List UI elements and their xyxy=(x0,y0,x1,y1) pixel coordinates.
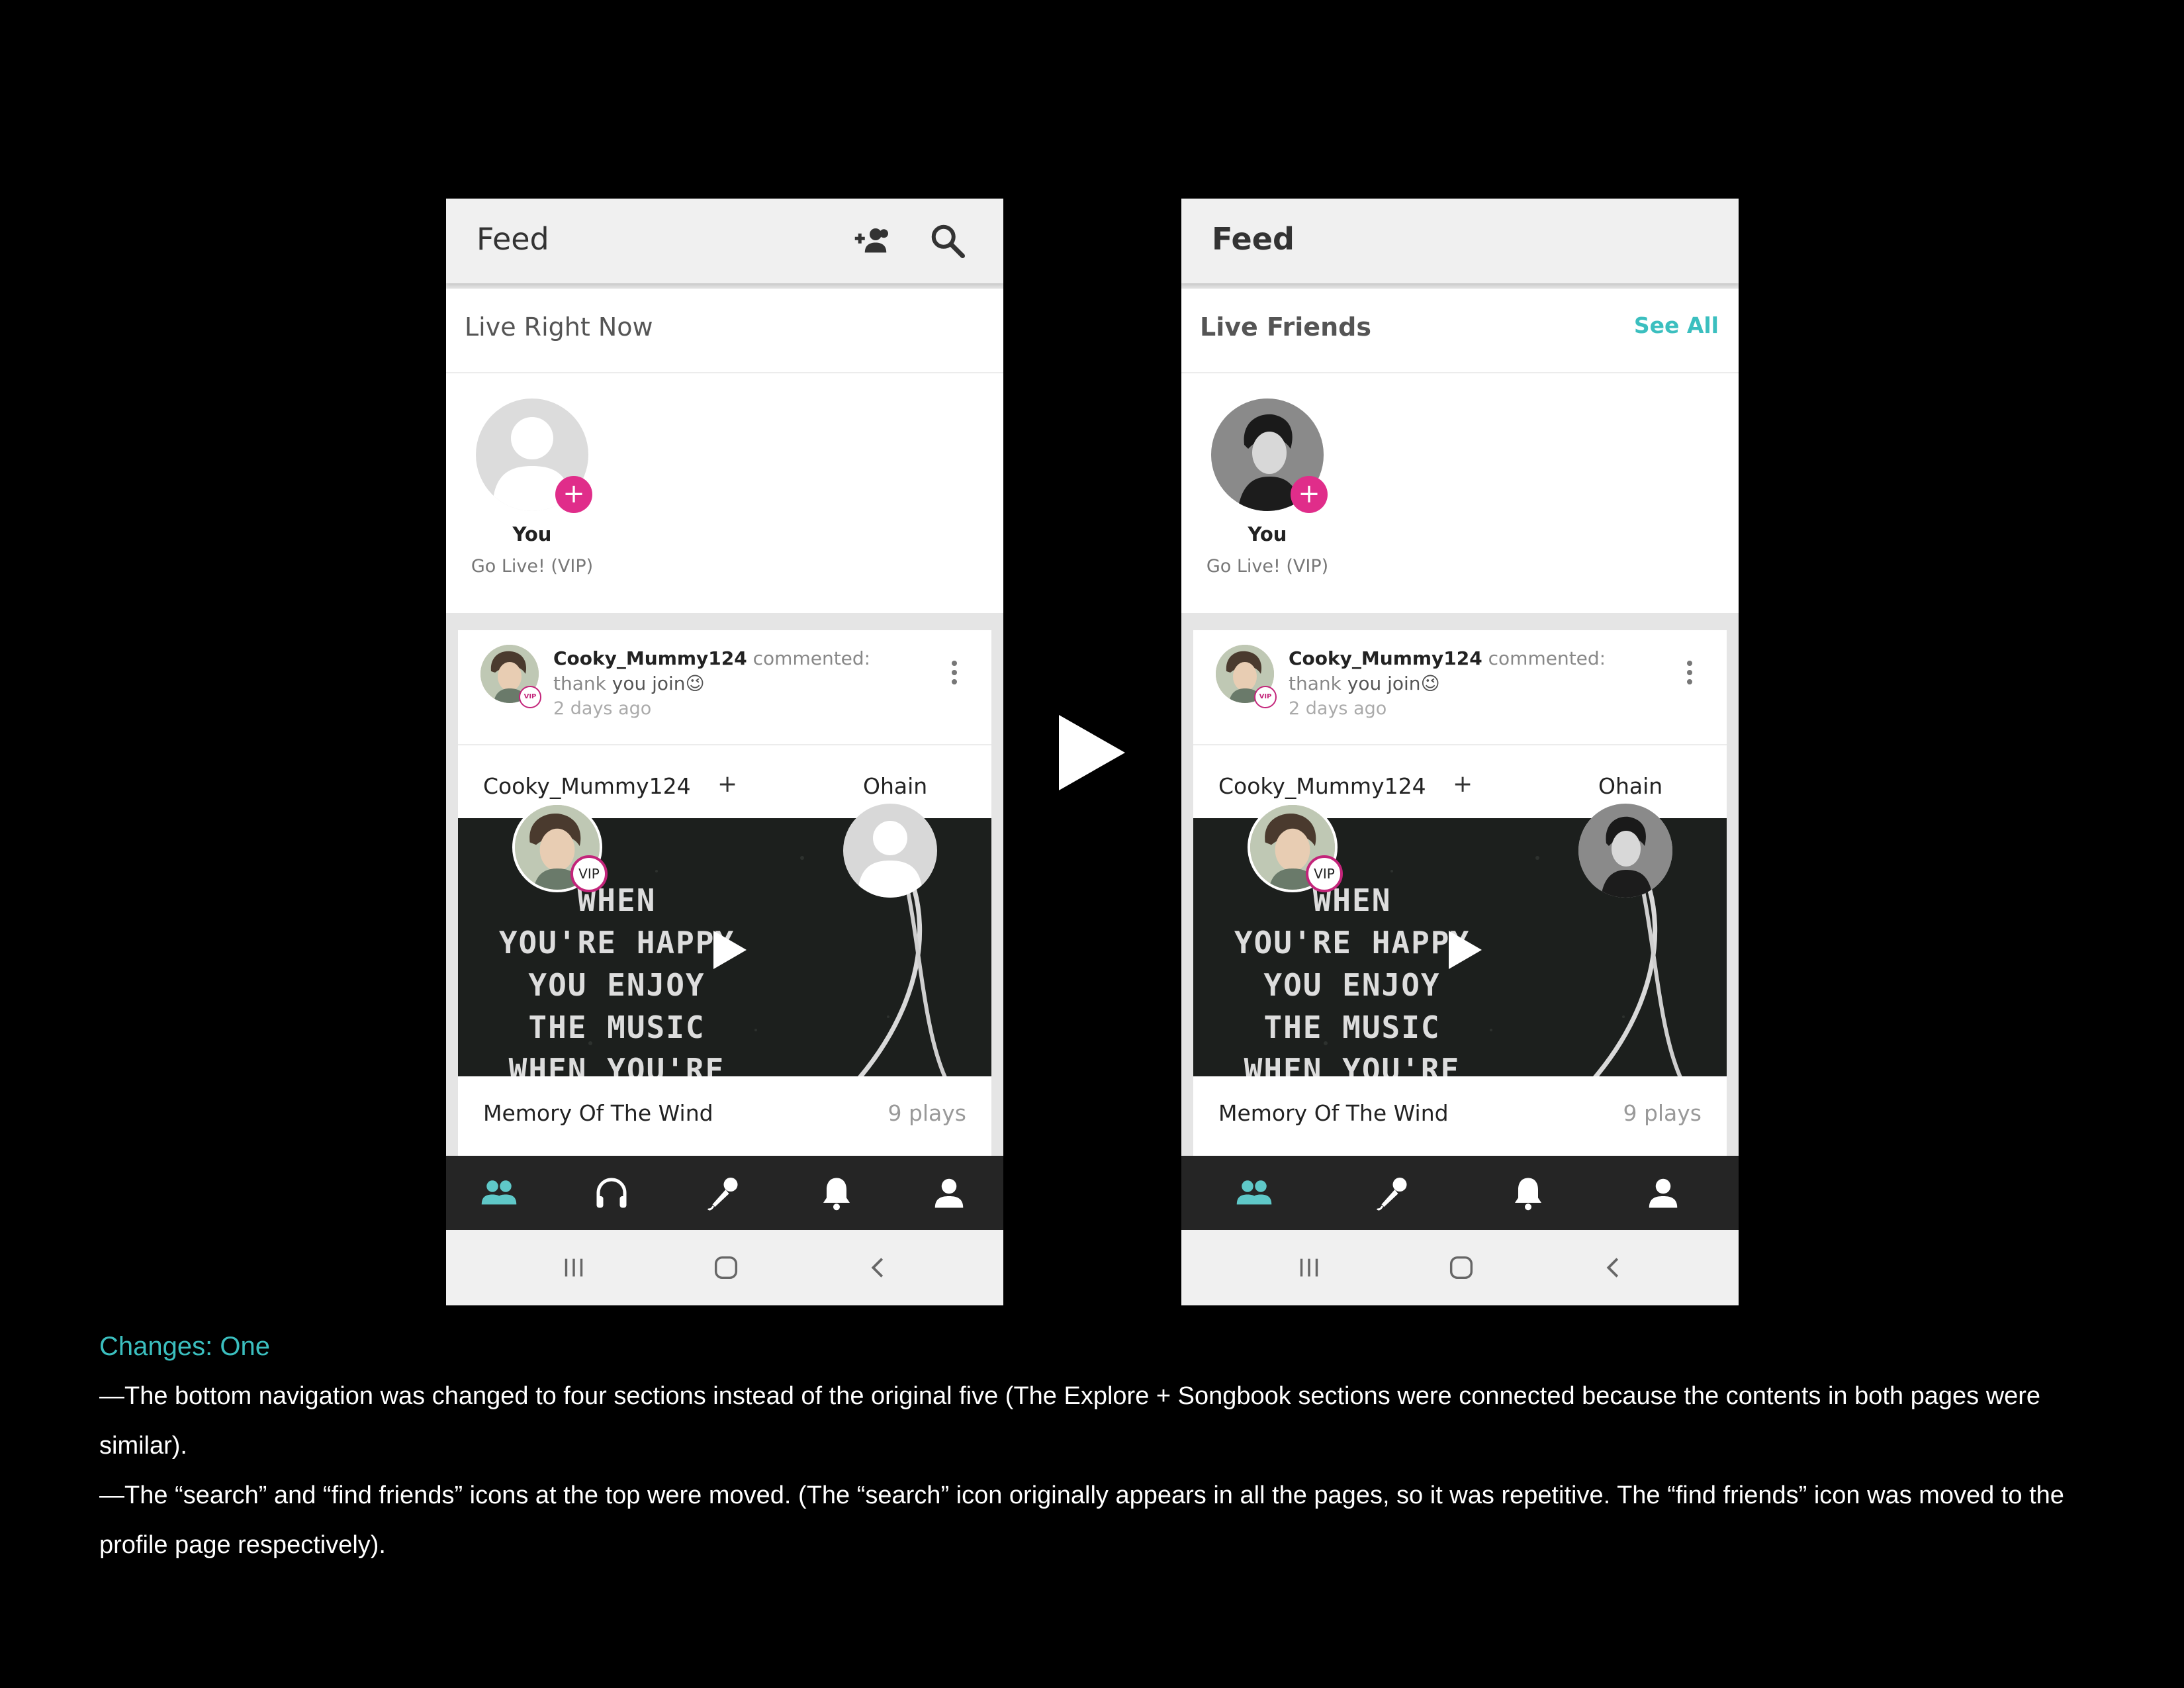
more-options-icon[interactable] xyxy=(948,657,961,696)
song-title[interactable]: Memory Of The Wind xyxy=(483,1100,713,1126)
lyric-line: THE MUSIC xyxy=(1263,1009,1441,1045)
play-arrow-icon xyxy=(1059,715,1125,790)
page-title: Feed xyxy=(477,221,549,257)
live-header: Live Friends See All xyxy=(1181,289,1739,373)
duet-user-a[interactable]: Cooky_Mummy124 xyxy=(483,773,691,799)
lyric-line: WHEN xyxy=(577,882,657,918)
live-section: Live Friends See All + You Go Live! (VIP… xyxy=(1181,289,1739,613)
post-username[interactable]: Cooky_Mummy124 xyxy=(553,647,747,669)
song-row: Memory Of The Wind 9 plays xyxy=(458,1076,991,1143)
post-header: VIP Cooky_Mummy124 commented: thank you … xyxy=(458,630,991,745)
play-count: 9 plays xyxy=(1623,1100,1702,1126)
back-icon[interactable] xyxy=(863,1252,893,1283)
top-app-bar: Feed xyxy=(446,199,1003,283)
search-icon[interactable] xyxy=(928,221,968,261)
changes-description: —The bottom navigation was changed to fo… xyxy=(99,1372,2098,1570)
microphone-icon[interactable] xyxy=(1373,1173,1413,1213)
bell-icon[interactable] xyxy=(817,1173,856,1213)
lyric-line: WHEN YOU'RE xyxy=(1244,1052,1461,1076)
duet-user-b[interactable]: Ohain xyxy=(1598,773,1662,799)
post-text: Cooky_Mummy124 commented: thank you join… xyxy=(553,646,924,722)
post-timestamp: 2 days ago xyxy=(1289,698,1387,719)
user-silhouette-icon xyxy=(858,821,923,898)
more-options-icon[interactable] xyxy=(1683,657,1696,696)
go-live-label: Go Live! (VIP) xyxy=(471,556,594,577)
go-live-plus-button[interactable]: + xyxy=(555,476,592,513)
friends-icon[interactable] xyxy=(479,1173,519,1213)
microphone-icon[interactable] xyxy=(704,1173,744,1213)
vip-badge: VIP xyxy=(1254,686,1277,708)
duet-avatar-b[interactable] xyxy=(843,804,937,898)
profile-icon[interactable] xyxy=(929,1173,969,1213)
home-icon[interactable] xyxy=(1446,1252,1477,1283)
live-header: Live Right Now xyxy=(446,289,1003,373)
lyric-line: WHEN YOU'RE xyxy=(508,1052,725,1076)
post-header: VIP Cooky_Mummy124 commented: thank you … xyxy=(1193,630,1727,745)
bottom-navigation xyxy=(446,1156,1003,1230)
vip-badge: VIP xyxy=(519,686,541,708)
duet-plus: + xyxy=(717,771,738,798)
friends-icon[interactable] xyxy=(1234,1173,1274,1213)
post-text: Cooky_Mummy124 commented: thank you join… xyxy=(1289,646,1659,722)
you-label: You xyxy=(512,523,552,545)
lyric-line: WHEN xyxy=(1312,882,1392,918)
duet-vip-badge: VIP xyxy=(570,855,608,892)
duet-plus: + xyxy=(1453,771,1473,798)
lyric-line: YOU'RE HAPPY xyxy=(1234,925,1471,961)
changes-title: Changes: One xyxy=(99,1332,270,1361)
post-timestamp: 2 days ago xyxy=(553,698,652,719)
bell-icon[interactable] xyxy=(1508,1173,1548,1213)
system-navigation-bar xyxy=(1181,1230,1739,1305)
change-note: —The bottom navigation was changed to fo… xyxy=(99,1382,2041,1460)
avatar-photo xyxy=(1578,804,1672,898)
post-username[interactable]: Cooky_Mummy124 xyxy=(1289,647,1482,669)
phone-before: Feed Live Right Now + You Go Live! (VIP) xyxy=(446,199,1003,1305)
play-icon[interactable] xyxy=(709,928,749,972)
bottom-navigation xyxy=(1181,1156,1739,1230)
profile-icon[interactable] xyxy=(1643,1173,1683,1213)
video-lyrics: WHEN YOU'RE HAPPY YOU ENJOY THE MUSIC WH… xyxy=(491,879,743,1076)
duet-user-b[interactable]: Ohain xyxy=(863,773,927,799)
back-icon[interactable] xyxy=(1598,1252,1629,1283)
live-title: Live Right Now xyxy=(465,312,653,342)
change-note: —The “search” and “find friends” icons a… xyxy=(99,1481,2064,1559)
song-row: Memory Of The Wind 9 plays xyxy=(1193,1076,1727,1143)
phone-after: Feed Live Friends See All + You Go Live!… xyxy=(1181,199,1739,1305)
lyric-line: YOU ENJOY xyxy=(1263,967,1441,1003)
lyric-line: YOU ENJOY xyxy=(528,967,705,1003)
live-section: Live Right Now + You Go Live! (VIP) xyxy=(446,289,1003,613)
recents-icon[interactable] xyxy=(559,1252,589,1283)
lyric-line: YOU'RE HAPPY xyxy=(498,925,735,961)
post-comment-rest: you join😉 xyxy=(612,673,705,694)
home-icon[interactable] xyxy=(711,1252,741,1283)
lyric-line: THE MUSIC xyxy=(528,1009,705,1045)
play-count: 9 plays xyxy=(887,1100,966,1126)
play-icon[interactable] xyxy=(1445,928,1484,972)
top-app-bar: Feed xyxy=(1181,199,1739,283)
duet-user-a[interactable]: Cooky_Mummy124 xyxy=(1218,773,1426,799)
go-live-plus-button[interactable]: + xyxy=(1291,476,1328,513)
video-lyrics: WHEN YOU'RE HAPPY YOU ENJOY THE MUSIC WH… xyxy=(1226,879,1478,1076)
live-title: Live Friends xyxy=(1200,312,1371,342)
see-all-link[interactable]: See All xyxy=(1634,312,1719,338)
add-friends-icon[interactable] xyxy=(852,221,892,261)
go-live-label: Go Live! (VIP) xyxy=(1206,556,1329,577)
post-comment-rest: you join😉 xyxy=(1347,673,1440,694)
song-title[interactable]: Memory Of The Wind xyxy=(1218,1100,1449,1126)
you-label: You xyxy=(1248,523,1287,545)
duet-avatar-b[interactable] xyxy=(1578,804,1672,898)
recents-icon[interactable] xyxy=(1294,1252,1324,1283)
duet-vip-badge: VIP xyxy=(1306,855,1343,892)
system-navigation-bar xyxy=(446,1230,1003,1305)
headphones-icon[interactable] xyxy=(592,1173,631,1213)
page-title: Feed xyxy=(1212,221,1295,257)
